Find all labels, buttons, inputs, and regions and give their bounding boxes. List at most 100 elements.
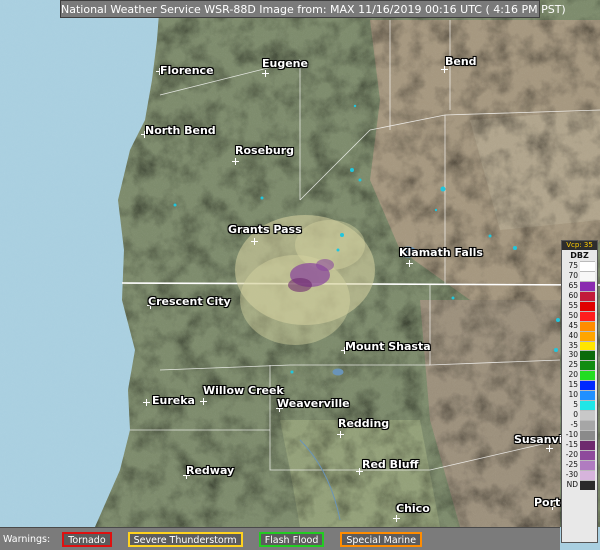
legend-row: 65 [562,280,597,291]
legend-swatch [580,330,595,341]
legend-value: 40 [568,330,578,340]
legend-vcp-label: Vcp: 35 [562,241,597,250]
legend-swatch [580,400,595,411]
legend-value: 70 [568,270,578,280]
city-label-willow-creek: Willow Creek [203,384,284,397]
city-marker [406,260,413,267]
legend-value: 30 [568,350,578,360]
legend-unit-label: DBZ [570,251,589,260]
city-label-mount-shasta: Mount Shasta [345,340,431,353]
legend-value: 5 [573,400,578,410]
legend-value: 50 [568,310,578,320]
legend-swatch [580,300,595,311]
warning-special-marine[interactable]: Special Marine [340,531,423,547]
city-label-redding: Redding [338,417,390,430]
warning-severe-thunderstorm[interactable]: Severe Thunderstorm [127,531,243,547]
city-label-chico: Chico [396,502,430,515]
legend-value: -5 [570,420,578,429]
legend-swatch [580,380,595,391]
legend-value: ND [566,479,578,489]
legend-row: 0 [562,410,597,420]
legend-value: 45 [568,320,578,330]
legend-row: 40 [562,330,597,341]
legend-row: 25 [562,360,597,371]
legend-value: -15 [565,439,578,449]
legend-row: 60 [562,290,597,301]
city-label-north-bend: North Bend [145,124,216,137]
legend-row: 5 [562,400,597,411]
legend-swatch [580,479,595,490]
warning-flash-flood[interactable]: Flash Flood [258,531,325,547]
city-label-crescent-city: Crescent City [148,295,231,308]
legend-swatch [580,410,595,420]
legend-row: 70 [562,270,597,281]
legend-swatch [580,270,595,281]
city-label-roseburg: Roseburg [235,144,295,157]
legend-swatch [580,350,595,361]
city-marker [200,398,207,405]
warnings-label: Warnings: [3,533,51,545]
city-label-weaverville: Weaverville [277,397,350,410]
legend-value: 60 [568,290,578,300]
legend-swatch [580,439,595,450]
legend-value: -30 [565,469,578,479]
city-label-red-bluff: Red Bluff [362,458,419,471]
legend-swatch [580,449,595,460]
legend-value: 10 [568,390,578,400]
legend-swatch [580,429,595,440]
legend-row: 20 [562,370,597,381]
legend-swatch [580,469,595,480]
legend-value: 35 [568,340,578,350]
legend-row: -30 [562,469,597,480]
legend-value: -25 [565,459,578,469]
legend-value: 15 [568,380,578,390]
city-label-florence: Florence [160,64,214,77]
city-label-bend: Bend [445,55,477,68]
legend-value: 55 [568,300,578,310]
city-label-redway: Redway [186,464,235,477]
city-marker [393,515,400,522]
legend-value: 20 [568,370,578,380]
legend-swatch [580,320,595,331]
legend-swatch [580,360,595,371]
legend-row: -10 [562,429,597,440]
legend-row: 45 [562,320,597,331]
city-label-klamath-falls: Klamath Falls [399,246,483,259]
dbz-legend: Vcp: 35 DBZ 75 70 65 60 55 50 45 40 35 30 25 20 15 10… [561,240,598,543]
legend-row: 10 [562,390,597,401]
legend-row: 75 [562,261,597,271]
legend-swatch [580,280,595,291]
city-label-eureka: Eureka [152,394,195,407]
legend-value: -20 [565,449,578,459]
city-label-grants-pass: Grants Pass [228,223,302,236]
city-label-eugene: Eugene [262,57,308,70]
warnings-bar: Warnings: Tornado Severe Thunderstorm Fl… [0,527,560,550]
legend-row: ND [562,479,597,490]
legend-swatch [580,370,595,381]
legend-row: -5 [562,420,597,430]
header-title: National Weather Service WSR-88D Image f… [60,0,566,18]
city-marker [143,399,150,406]
legend-row: 35 [562,340,597,351]
legend-row: 55 [562,300,597,311]
legend-swatch [580,261,595,271]
legend-rows: 75 70 65 60 55 50 45 40 35 30 25 20 15 10 5 0 -5 -10 -15 -2… [562,261,597,490]
legend-swatch [580,459,595,470]
legend-row: 50 [562,310,597,321]
city-marker [337,431,344,438]
legend-value: 65 [568,280,578,290]
radar-map [0,0,600,550]
legend-value: 0 [573,410,578,420]
legend-swatch [580,310,595,321]
legend-row: 15 [562,380,597,391]
city-marker [251,238,258,245]
legend-row: 30 [562,350,597,361]
legend-value: 25 [568,360,578,370]
legend-row: -25 [562,459,597,470]
legend-value: 75 [568,261,578,270]
warning-tornado[interactable]: Tornado [62,531,112,547]
legend-swatch [580,390,595,401]
legend-swatch [580,340,595,351]
legend-swatch [580,290,595,301]
legend-row: -20 [562,449,597,460]
